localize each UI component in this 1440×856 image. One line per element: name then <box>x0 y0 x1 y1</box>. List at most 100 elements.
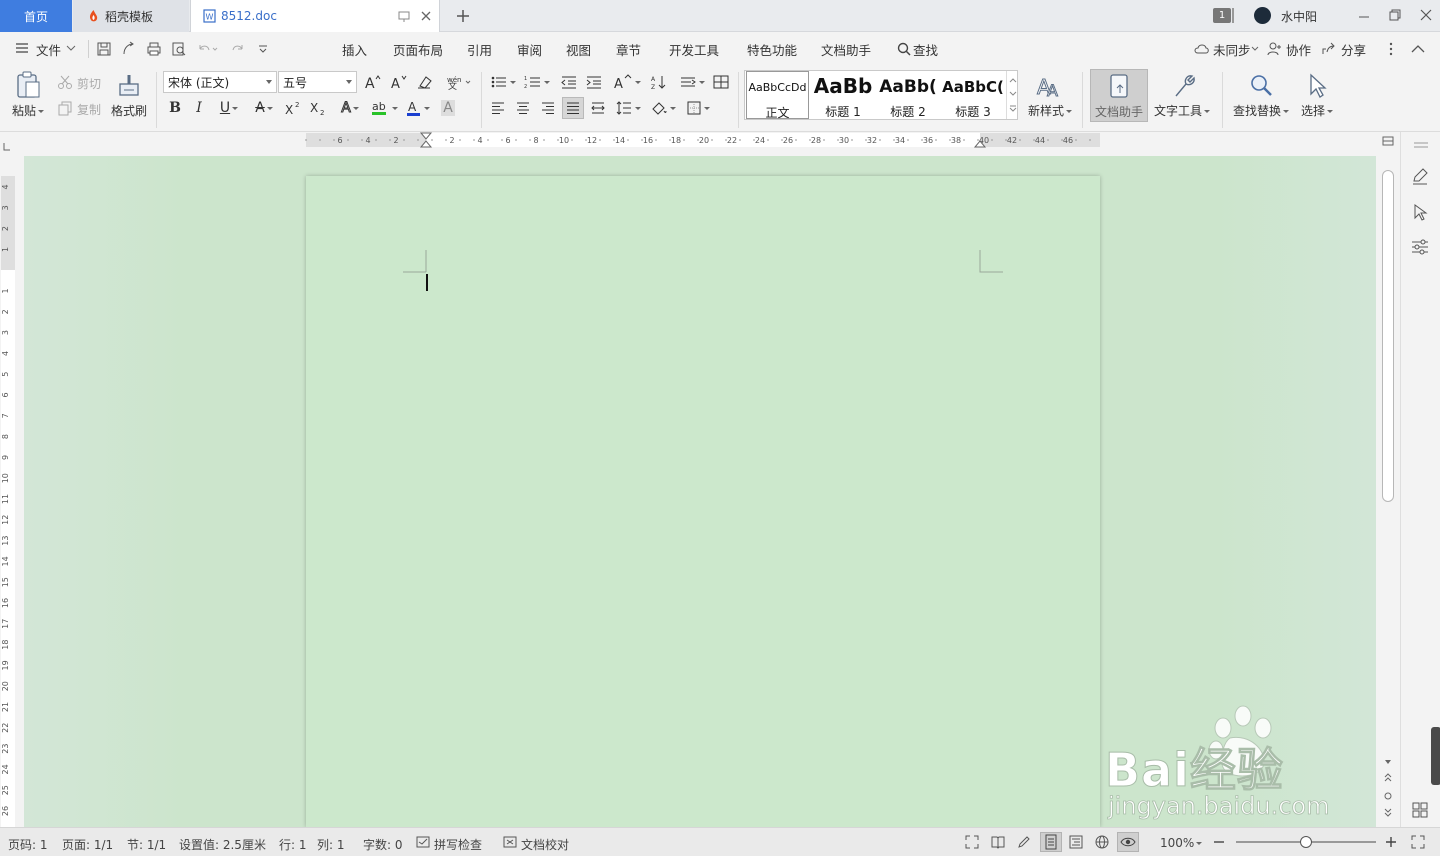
web-view-icon[interactable] <box>1094 834 1110 850</box>
menu-item-doc-assistant[interactable]: 文档助手 <box>821 40 871 59</box>
restore-icon[interactable] <box>1388 8 1402 22</box>
undo-icon[interactable] <box>196 41 218 57</box>
zoom-in-icon[interactable] <box>1384 834 1398 850</box>
fit-page-icon[interactable] <box>1410 834 1426 850</box>
horizontal-ruler[interactable]: 6 4 2 2 4 6 8 10 12 14 16 18 20 22 24 26 28 30 32 34 36 38 40 4… <box>24 132 1376 148</box>
chevron-down-icon[interactable] <box>66 44 76 52</box>
new-style-button[interactable]: 新样式 <box>1028 102 1073 119</box>
menu-item-references[interactable]: 引用 <box>467 40 492 59</box>
bullet-list-icon[interactable] <box>488 71 518 93</box>
underline-icon[interactable]: U <box>214 97 244 119</box>
split-view-icon[interactable] <box>1382 136 1394 146</box>
status-pages[interactable]: 页面: 1/1 <box>62 836 113 853</box>
select-cursor-icon[interactable] <box>1306 72 1328 100</box>
copy-button[interactable]: 复制 <box>77 101 101 118</box>
zoom-out-icon[interactable] <box>1212 834 1226 850</box>
subscript-icon[interactable]: X2 <box>307 97 329 119</box>
redo-icon[interactable] <box>230 41 246 57</box>
outline-view-icon[interactable] <box>1068 834 1084 850</box>
edit-pen-icon[interactable] <box>1410 166 1430 186</box>
vertical-ruler[interactable]: 4321123456789101112131415161718192021222… <box>0 156 16 827</box>
phonetic-guide-icon[interactable]: wén 文 <box>444 71 474 93</box>
page-view-icon[interactable] <box>1040 832 1062 852</box>
paste-button[interactable]: 粘贴 <box>12 102 45 119</box>
status-word-count[interactable]: 字数: 0 <box>363 836 403 853</box>
fullscreen-icon[interactable] <box>964 834 980 850</box>
tab-template[interactable]: 稻壳模板 <box>73 0 189 32</box>
find-replace-button[interactable]: 查找替换 <box>1233 102 1290 119</box>
styles-scroll[interactable] <box>1006 71 1018 119</box>
output-pdf-icon[interactable] <box>121 41 137 57</box>
char-shading-icon[interactable]: A <box>437 97 459 119</box>
sync-status[interactable]: 未同步 <box>1213 40 1251 59</box>
status-setting[interactable]: 设置值: 2.5厘米 <box>179 836 266 853</box>
text-direction-icon[interactable] <box>677 71 707 93</box>
strikethrough-icon[interactable]: A <box>249 97 279 119</box>
distribute-icon[interactable] <box>587 97 609 119</box>
style-heading-2[interactable]: AaBb( 标题 2 <box>876 71 940 119</box>
read-mode-icon[interactable] <box>990 834 1006 850</box>
align-right-icon[interactable] <box>537 97 559 119</box>
close-tab-icon[interactable] <box>419 9 433 23</box>
cut-icon[interactable] <box>57 74 73 90</box>
minimize-icon[interactable] <box>1357 9 1371 23</box>
document-page[interactable] <box>306 176 1100 827</box>
shrink-font-icon[interactable]: A <box>388 71 410 93</box>
cut-button[interactable]: 剪切 <box>77 75 101 92</box>
sort-icon[interactable]: AZ <box>648 71 670 93</box>
chevron-down-icon[interactable] <box>1251 46 1259 52</box>
print-preview-icon[interactable] <box>171 41 187 57</box>
text-tools-button[interactable]: 文字工具 <box>1154 102 1211 119</box>
share-icon[interactable] <box>1321 41 1337 57</box>
window-count-badge[interactable]: 1 <box>1213 8 1231 23</box>
print-icon[interactable] <box>146 41 162 57</box>
copy-icon[interactable] <box>57 100 73 116</box>
tab-stop-selector-icon[interactable] <box>2 142 12 152</box>
tab-home[interactable]: 首页 <box>0 0 72 32</box>
pin-icon[interactable] <box>397 9 411 23</box>
scrollbar-thumb[interactable] <box>1382 170 1394 502</box>
increase-indent-icon[interactable] <box>583 71 605 93</box>
menu-item-developer[interactable]: 开发工具 <box>669 40 719 59</box>
clear-format-icon[interactable] <box>414 71 436 93</box>
spell-check-button[interactable]: 拼写检查 <box>434 836 482 853</box>
status-row[interactable]: 行: 1 <box>279 836 307 853</box>
more-options-icon[interactable] <box>1384 41 1398 57</box>
status-page-number[interactable]: 页码: 1 <box>8 836 48 853</box>
font-size-select[interactable]: 五号 <box>278 71 357 93</box>
format-painter-button[interactable]: 格式刷 <box>111 102 147 119</box>
zoom-slider[interactable] <box>1236 836 1376 848</box>
style-heading-1[interactable]: AaBb 标题 1 <box>811 71 875 119</box>
zoom-slider-thumb[interactable] <box>1300 836 1312 848</box>
eye-protect-icon[interactable] <box>1117 832 1139 852</box>
doc-assistant-button[interactable]: 文档助手 <box>1090 69 1148 122</box>
menu-item-chapter[interactable]: 章节 <box>616 40 641 59</box>
format-painter-icon[interactable] <box>116 70 142 100</box>
menu-item-insert[interactable]: 插入 <box>342 40 367 59</box>
menu-item-special[interactable]: 特色功能 <box>747 40 797 59</box>
new-tab-icon[interactable] <box>455 8 471 24</box>
collab-icon[interactable] <box>1266 41 1282 57</box>
tab-document[interactable]: W 8512.doc <box>190 0 440 32</box>
style-normal[interactable]: AaBbCcDd 正文 <box>746 71 809 120</box>
italic-icon[interactable]: I <box>188 97 210 119</box>
next-page-icon[interactable] <box>1383 808 1393 818</box>
new-style-icon[interactable]: AA <box>1035 72 1063 101</box>
superscript-icon[interactable]: X2 <box>282 97 304 119</box>
doc-proof-icon[interactable] <box>503 836 517 848</box>
line-spacing-icon[interactable] <box>613 97 643 119</box>
shading-icon[interactable] <box>648 97 678 119</box>
expand-gallery-icon[interactable] <box>1009 105 1017 113</box>
borders-icon[interactable] <box>683 97 713 119</box>
find-replace-icon[interactable] <box>1248 72 1274 100</box>
select-button[interactable]: 选择 <box>1301 102 1334 119</box>
justify-icon[interactable] <box>562 97 584 119</box>
close-window-icon[interactable] <box>1419 8 1433 22</box>
wrench-icon[interactable] <box>1170 72 1196 100</box>
status-section[interactable]: 节: 1/1 <box>127 836 166 853</box>
menu-item-view[interactable]: 视图 <box>566 40 591 59</box>
collab-button[interactable]: 协作 <box>1286 40 1311 59</box>
browse-object-icon[interactable] <box>1383 791 1393 801</box>
search-icon[interactable] <box>896 41 912 57</box>
grow-font-icon[interactable]: A <box>362 71 384 93</box>
